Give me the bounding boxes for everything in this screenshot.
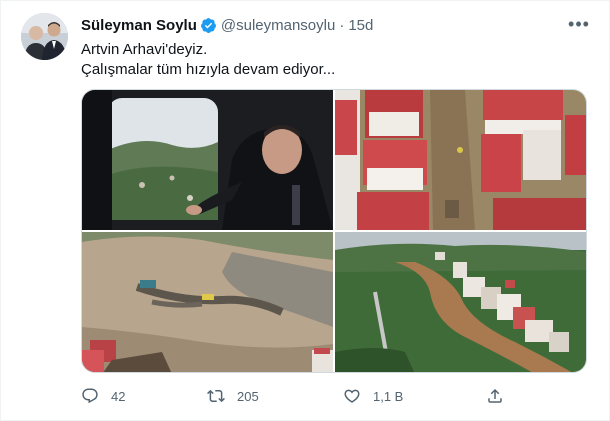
retweet-button[interactable]: 205 — [207, 385, 259, 407]
tweet-text-line: Artvin Arhavi'deyiz. — [81, 41, 208, 58]
tweet-header: Süleyman Soylu @suleymansoylu · 15d — [81, 15, 373, 35]
tweet-text: Artvin Arhavi'deyiz. Çalışmalar tüm hızı… — [81, 40, 335, 80]
avatar-photo — [21, 13, 68, 60]
reply-count: 42 — [111, 388, 126, 404]
verified-badge-icon — [200, 17, 217, 34]
photo-aerial-river-valley-icon — [335, 232, 586, 372]
avatar[interactable] — [21, 13, 68, 60]
like-count: 1,1 B — [373, 388, 404, 404]
tweet-actions: 42 205 1,1 B — [81, 385, 511, 407]
photo-aerial-flooded-street-icon — [335, 90, 586, 230]
media-photo-1[interactable] — [82, 90, 333, 230]
tweet-text-line: Çalışmalar tüm hızıyla devam ediyor... — [81, 61, 336, 78]
reply-icon — [82, 388, 98, 404]
share-icon — [488, 388, 502, 403]
like-button[interactable]: 1,1 B — [343, 385, 403, 407]
author-handle[interactable]: @suleymansoylu — [221, 17, 335, 34]
share-button[interactable] — [486, 385, 504, 407]
media-photo-3[interactable] — [82, 232, 333, 372]
tweet-timestamp[interactable]: 15d — [348, 17, 373, 34]
more-options-icon[interactable]: ••• — [568, 13, 590, 35]
media-grid — [81, 89, 587, 373]
retweet-count: 205 — [237, 388, 259, 404]
tweet-card[interactable]: Süleyman Soylu @suleymansoylu · 15d ••• … — [0, 0, 610, 421]
author-name[interactable]: Süleyman Soylu — [81, 17, 197, 34]
heart-icon — [344, 389, 360, 403]
media-photo-4[interactable] — [335, 232, 586, 372]
photo-aerial-flood-bank-icon — [82, 232, 333, 372]
photo-helicopter-window-icon — [82, 90, 333, 230]
retweet-icon — [207, 389, 225, 403]
header-separator: · — [339, 16, 345, 34]
reply-button[interactable]: 42 — [81, 385, 125, 407]
media-photo-2[interactable] — [335, 90, 586, 230]
